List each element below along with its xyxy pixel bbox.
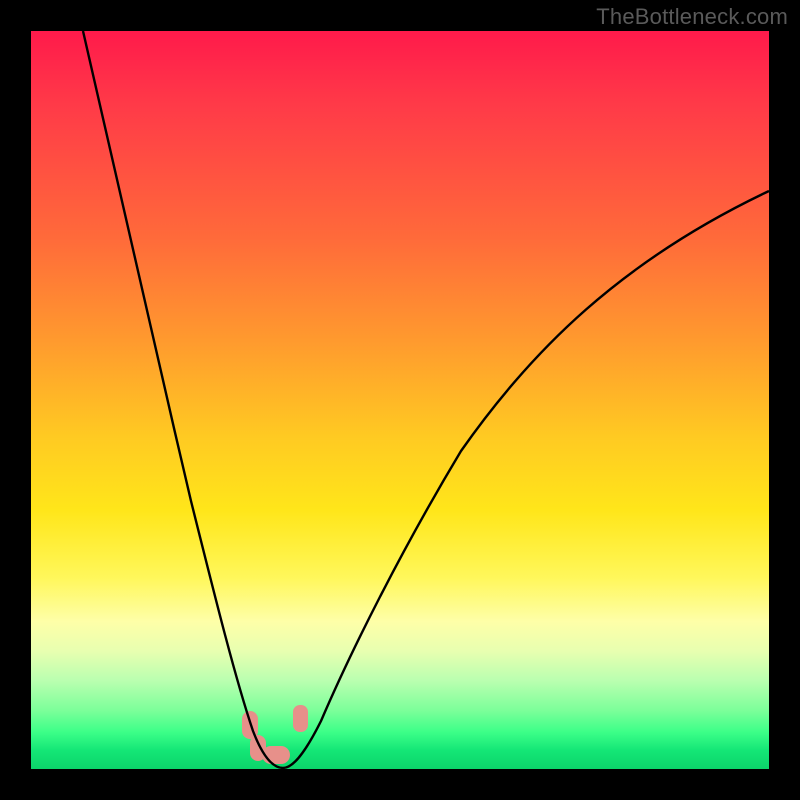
plot-area xyxy=(31,31,769,769)
chart-frame: TheBottleneck.com xyxy=(0,0,800,800)
marker-cluster xyxy=(242,705,308,764)
curve-layer xyxy=(31,31,769,769)
bottleneck-curve xyxy=(83,31,769,768)
watermark-text: TheBottleneck.com xyxy=(596,4,788,30)
